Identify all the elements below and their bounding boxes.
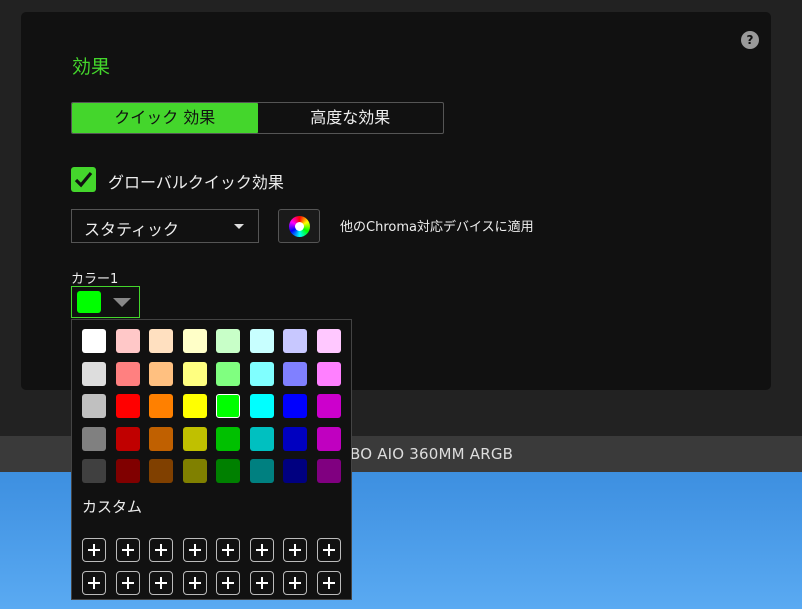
color-swatch[interactable] bbox=[115, 394, 140, 418]
color1-swatch bbox=[77, 291, 101, 313]
add-custom-color-button[interactable] bbox=[316, 538, 341, 562]
add-custom-color-button[interactable] bbox=[216, 538, 240, 562]
custom-grid bbox=[82, 538, 341, 595]
add-custom-color-button[interactable] bbox=[249, 571, 274, 595]
add-custom-color-button[interactable] bbox=[149, 571, 173, 595]
color-swatch[interactable] bbox=[249, 426, 274, 451]
color-swatch[interactable] bbox=[149, 361, 173, 386]
add-custom-color-button[interactable] bbox=[283, 538, 307, 562]
section-title: 効果 bbox=[72, 56, 111, 78]
color-swatch[interactable] bbox=[149, 394, 173, 418]
add-custom-color-button[interactable] bbox=[182, 571, 207, 595]
color-swatch[interactable] bbox=[283, 426, 307, 451]
color-swatch[interactable] bbox=[182, 394, 207, 418]
checkmark-icon bbox=[74, 171, 93, 188]
add-custom-color-button[interactable] bbox=[115, 571, 140, 595]
add-custom-color-button[interactable] bbox=[216, 571, 240, 595]
color-swatch[interactable] bbox=[149, 426, 173, 451]
color-swatch[interactable] bbox=[216, 426, 240, 451]
color-swatch[interactable] bbox=[283, 394, 307, 418]
color-swatch[interactable] bbox=[216, 394, 240, 418]
color-swatch[interactable] bbox=[149, 459, 173, 483]
color-swatch[interactable] bbox=[182, 329, 207, 353]
effect-tabs: クイック 効果 高度な効果 bbox=[71, 102, 444, 134]
add-custom-color-button[interactable] bbox=[182, 538, 207, 562]
color-swatch[interactable] bbox=[316, 426, 341, 451]
add-custom-color-button[interactable] bbox=[249, 538, 274, 562]
color-swatch[interactable] bbox=[216, 459, 240, 483]
color-swatch[interactable] bbox=[316, 459, 341, 483]
add-custom-color-button[interactable] bbox=[283, 571, 307, 595]
chroma-apply-button[interactable] bbox=[278, 209, 320, 243]
color-swatch[interactable] bbox=[82, 361, 106, 386]
color-swatch[interactable] bbox=[115, 426, 140, 451]
color1-picker[interactable] bbox=[71, 286, 140, 318]
color-swatch[interactable] bbox=[182, 426, 207, 451]
color-swatch[interactable] bbox=[249, 361, 274, 386]
add-custom-color-button[interactable] bbox=[82, 571, 106, 595]
effect-dropdown-value: スタティック bbox=[84, 220, 180, 239]
color-swatch[interactable] bbox=[216, 361, 240, 386]
color-swatch[interactable] bbox=[249, 459, 274, 483]
color-swatch[interactable] bbox=[149, 329, 173, 353]
device-name: BO AIO 360MM ARGB bbox=[350, 445, 514, 463]
help-icon[interactable]: ? bbox=[741, 31, 759, 49]
color-swatch[interactable] bbox=[115, 329, 140, 353]
global-quick-effect-checkbox[interactable] bbox=[71, 167, 96, 192]
color-swatch[interactable] bbox=[316, 329, 341, 353]
tab-advanced-effects[interactable]: 高度な効果 bbox=[258, 103, 444, 133]
swatch-grid bbox=[82, 329, 341, 483]
dropdown-triangle-icon bbox=[113, 298, 131, 307]
custom-label: カスタム bbox=[82, 498, 143, 516]
color-swatch[interactable] bbox=[249, 394, 274, 418]
color-swatch[interactable] bbox=[283, 459, 307, 483]
tab-quick-effects[interactable]: クイック 効果 bbox=[72, 103, 258, 133]
chevron-down-icon bbox=[234, 224, 244, 229]
color-swatch[interactable] bbox=[82, 459, 106, 483]
color-swatch[interactable] bbox=[182, 459, 207, 483]
chroma-apply-label: 他のChroma対応デバイスに適用 bbox=[340, 220, 534, 235]
color-swatch[interactable] bbox=[216, 329, 240, 353]
color-swatch[interactable] bbox=[316, 394, 341, 418]
color-swatch[interactable] bbox=[283, 329, 307, 353]
color-swatch[interactable] bbox=[82, 426, 106, 451]
add-custom-color-button[interactable] bbox=[115, 538, 140, 562]
color-popup: カスタム bbox=[71, 319, 352, 600]
color-swatch[interactable] bbox=[182, 361, 207, 386]
effect-dropdown[interactable]: スタティック bbox=[71, 209, 259, 243]
add-custom-color-button[interactable] bbox=[82, 538, 106, 562]
add-custom-color-button[interactable] bbox=[316, 571, 341, 595]
color-swatch[interactable] bbox=[316, 361, 341, 386]
global-quick-effect-label: グローバルクイック効果 bbox=[108, 173, 284, 192]
color-swatch[interactable] bbox=[115, 361, 140, 386]
color-swatch[interactable] bbox=[82, 394, 106, 418]
color-swatch[interactable] bbox=[283, 361, 307, 386]
color-swatch[interactable] bbox=[249, 329, 274, 353]
color-wheel-icon bbox=[289, 216, 310, 237]
color-swatch[interactable] bbox=[82, 329, 106, 353]
color1-label: カラー1 bbox=[71, 272, 119, 287]
add-custom-color-button[interactable] bbox=[149, 538, 173, 562]
color-swatch[interactable] bbox=[115, 459, 140, 483]
